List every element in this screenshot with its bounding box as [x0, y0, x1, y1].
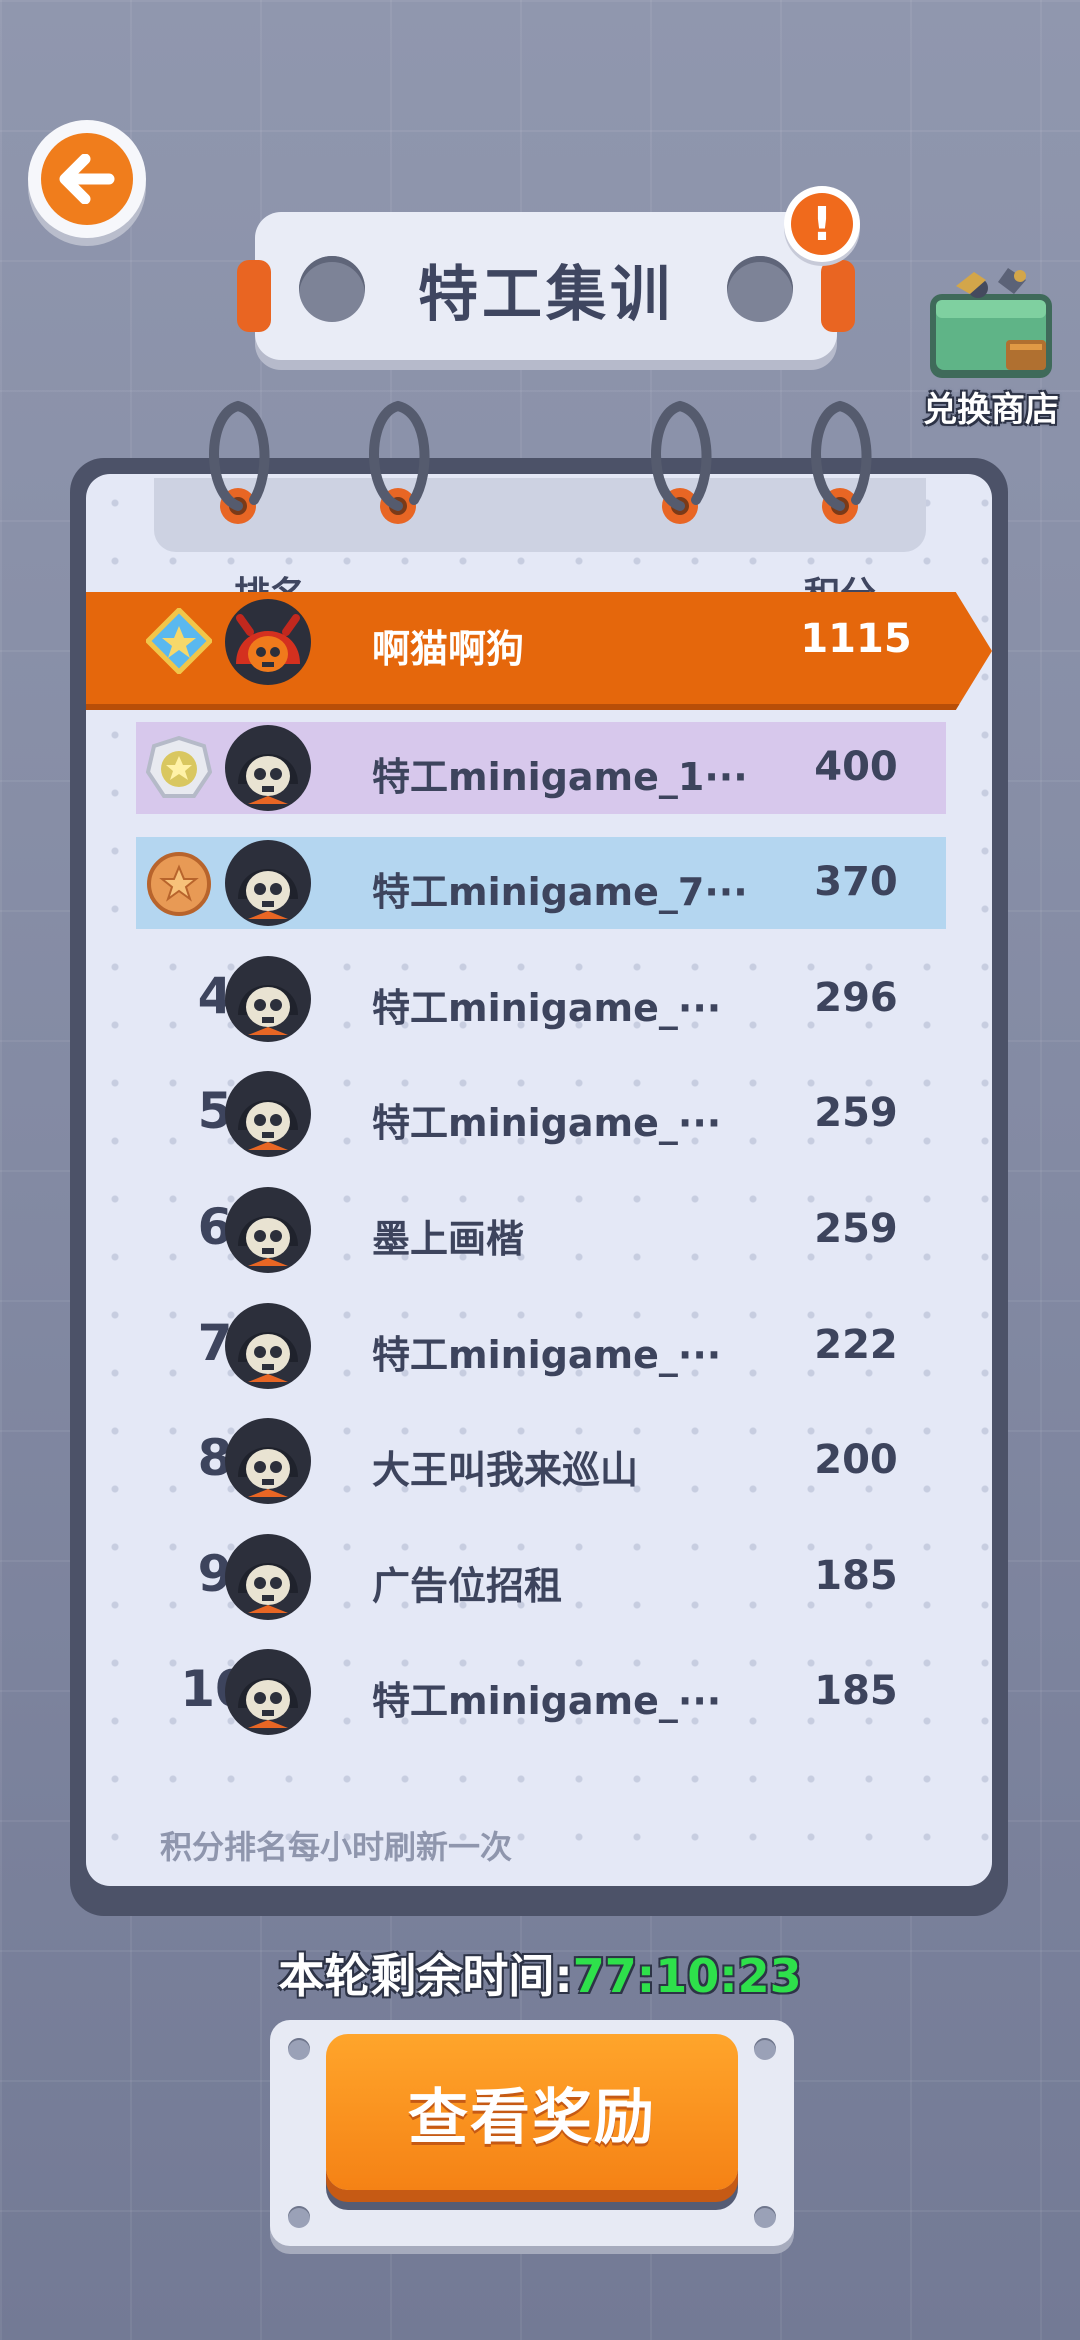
leaderboard-row[interactable]: 7 特工minigame_··· 222: [86, 1300, 992, 1392]
leaderboard-row[interactable]: 10 特工minigame_··· 185: [86, 1646, 992, 1738]
exclamation-icon: !: [791, 193, 853, 255]
player-score: 1115: [800, 616, 912, 662]
binder-ring-icon: [209, 400, 270, 524]
player-name: 啊猫啊狗: [372, 627, 525, 671]
player-score: 185: [814, 1553, 898, 1599]
player-name: 大王叫我来巡山: [372, 1448, 639, 1492]
screw: [754, 2206, 776, 2228]
player-name: 墨上画楷: [372, 1217, 525, 1261]
refresh-note: 积分排名每小时刷新一次: [160, 1828, 513, 1866]
skull-avatar: [224, 724, 312, 812]
view-rewards-button[interactable]: 查看奖励: [326, 2034, 738, 2190]
binder-ring-icon: [651, 400, 712, 524]
shop-label: 兑换商店: [923, 390, 1059, 430]
screw: [288, 2206, 310, 2228]
player-name: 广告位招租: [372, 1564, 563, 1608]
player-score: 185: [814, 1668, 898, 1714]
back-arrow-icon: [41, 133, 133, 225]
binder-ring-icon: [369, 400, 430, 524]
skull-avatar: [224, 1417, 312, 1505]
skull-avatar: [224, 1533, 312, 1621]
player-score: 400: [814, 744, 898, 790]
player-name: 特工minigame_1···: [372, 755, 748, 799]
skull-avatar: [224, 955, 312, 1043]
player-score: 259: [814, 1206, 898, 1252]
screw: [288, 2038, 310, 2060]
screw: [754, 2038, 776, 2060]
leaderboard-row[interactable]: 6 墨上画楷 259: [86, 1184, 992, 1276]
round-timer: 本轮剩余时间:77:10:23: [0, 1940, 1080, 2006]
player-score: 200: [814, 1437, 898, 1483]
shop-chest-icon: [930, 268, 1052, 378]
leaderboard-row[interactable]: 特工minigame_1··· 400: [86, 722, 992, 814]
silver-medal-icon: [145, 735, 213, 802]
skull-avatar: [224, 839, 312, 927]
title-plate: 特工集训: [237, 212, 855, 360]
leaderboard-row[interactable]: 8 大王叫我来巡山 200: [86, 1415, 992, 1507]
player-name: 特工minigame_···: [372, 1679, 722, 1723]
rules-info-button[interactable]: !: [784, 186, 860, 262]
timer-label: 本轮剩余时间:: [278, 1949, 573, 2003]
skull-avatar: [224, 1648, 312, 1736]
player-name: 特工minigame_···: [372, 986, 722, 1030]
page-title: 特工集训: [418, 260, 674, 330]
player-score: 370: [814, 859, 898, 905]
leaderboard-row[interactable]: 特工minigame_7··· 370: [86, 837, 992, 929]
leaderboard-row[interactable]: 5 特工minigame_··· 259: [86, 1068, 992, 1160]
leaderboard-row[interactable]: 啊猫啊狗 1115: [86, 592, 992, 710]
player-score: 222: [814, 1322, 898, 1368]
exchange-shop-button[interactable]: 兑换商店: [916, 258, 1066, 438]
diamond-medal-icon: [144, 606, 214, 676]
skull-avatar: [224, 1186, 312, 1274]
player-name: 特工minigame_···: [372, 1333, 722, 1377]
bronze-medal-icon: [146, 851, 212, 917]
player-name: 特工minigame_7···: [372, 870, 748, 914]
player-score: 259: [814, 1090, 898, 1136]
timer-value: 77:10:23: [572, 1949, 802, 2003]
player-name: 特工minigame_···: [372, 1101, 722, 1145]
player-score: 296: [814, 975, 898, 1021]
skull-avatar: [224, 1302, 312, 1390]
leaderboard-row[interactable]: 9 广告位招租 185: [86, 1531, 992, 1623]
skull-avatar: [224, 1070, 312, 1158]
binder-ring-icon: [811, 400, 872, 524]
leaderboard-row[interactable]: 4 特工minigame_··· 296: [86, 953, 992, 1045]
red-devil-avatar: [224, 598, 312, 686]
back-button[interactable]: [28, 120, 146, 238]
